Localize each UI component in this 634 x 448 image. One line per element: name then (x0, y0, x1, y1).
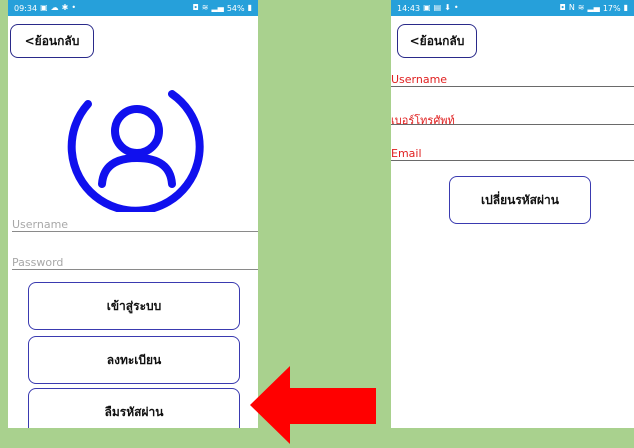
dot-icon: • (71, 3, 77, 12)
forgot-password-screen: 14:43 ▣ ▤ ⬇ • ◘ N ≋ ▂▄ 17% ▮ <ย้อนกลับ U… (391, 0, 634, 428)
phone-input[interactable]: เบอร์โทรศัพท์ (391, 111, 634, 127)
battery-icon: ▮ (623, 3, 628, 12)
wifi-icon: ≋ (577, 3, 585, 12)
status-bar: 09:34 ▣ ☁ ✱ • ◘ ≋ ▂▄ 54% ▮ (8, 0, 258, 16)
image-icon: ▤ (433, 3, 442, 12)
back-button[interactable]: <ย้อนกลับ (10, 24, 94, 58)
status-time: 09:34 (14, 3, 38, 13)
change-password-button[interactable]: เปลี่ยนรหัสผ่าน (449, 176, 591, 224)
email-input[interactable]: Email (391, 147, 634, 161)
nfc-icon: N (568, 3, 575, 12)
notification-icon: ✱ (61, 3, 69, 12)
arrow-left-icon (250, 366, 376, 444)
register-button[interactable]: ลงทะเบียน (28, 336, 240, 384)
wifi-icon: ≋ (201, 3, 209, 12)
status-bar: 14:43 ▣ ▤ ⬇ • ◘ N ≋ ▂▄ 17% ▮ (391, 0, 634, 16)
vibrate-icon: ◘ (559, 3, 566, 12)
password-input[interactable]: Password (12, 256, 258, 270)
battery-percent: 54% (226, 3, 245, 13)
signal-icon: ▂▄ (211, 3, 224, 12)
login-button[interactable]: เข้าสู่ระบบ (28, 282, 240, 330)
username-input[interactable]: Username (12, 218, 258, 232)
battery-icon: ▮ (247, 3, 252, 12)
dot-icon: • (453, 3, 459, 12)
download-icon: ⬇ (444, 3, 451, 12)
user-avatar-icon (67, 90, 204, 212)
battery-percent: 17% (602, 3, 621, 13)
gallery-icon: ▣ (423, 3, 431, 12)
gallery-icon: ▣ (40, 3, 48, 12)
back-button[interactable]: <ย้อนกลับ (397, 24, 477, 58)
forgot-password-button[interactable]: ลืมรหัสผ่าน (28, 388, 240, 428)
login-screen: 09:34 ▣ ☁ ✱ • ◘ ≋ ▂▄ 54% ▮ <ย้อนกลับ Use… (8, 0, 258, 428)
cloud-icon: ☁ (50, 3, 59, 12)
signal-icon: ▂▄ (587, 3, 600, 12)
vibrate-icon: ◘ (192, 3, 199, 12)
username-input[interactable]: Username (391, 73, 634, 87)
status-time: 14:43 (397, 3, 421, 13)
